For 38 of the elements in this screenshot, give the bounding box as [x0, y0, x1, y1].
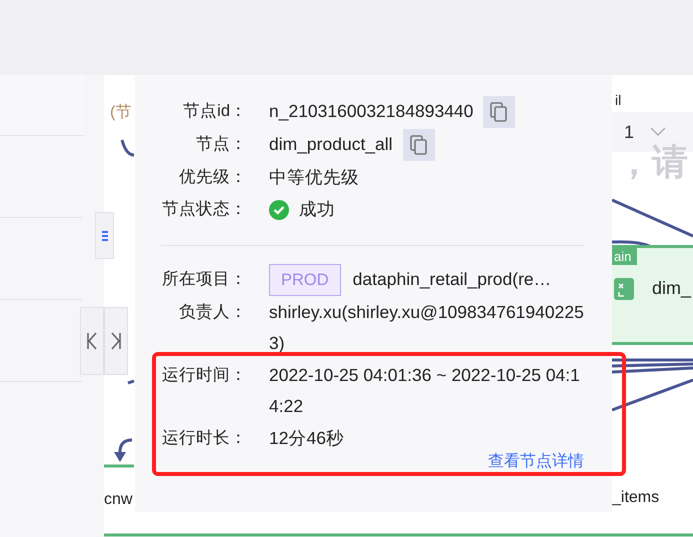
- menu-icon: [102, 230, 108, 242]
- field-value: dim_product_all: [269, 133, 393, 156]
- copy-button[interactable]: [483, 96, 516, 128]
- field-label: 节点id：: [182, 101, 247, 122]
- field-label: 优先级：: [178, 167, 247, 188]
- chevron-down-icon: [650, 127, 666, 137]
- field-label: 运行时长：: [161, 428, 247, 449]
- node-name: _items: [612, 489, 660, 507]
- field-value: 2022-10-25 04:01:36 ~ 2022-10-25 04:14:22: [269, 364, 581, 418]
- field-label: 节点状态：: [161, 199, 247, 220]
- connector-arrow: [114, 438, 132, 462]
- menu-toggle-button[interactable]: [95, 212, 114, 259]
- expand-icon: [110, 332, 122, 350]
- collapse-icon: [86, 332, 98, 350]
- env-tag: PROD: [269, 264, 341, 296]
- field-label: 运行时间：: [161, 365, 247, 386]
- expand-button[interactable]: [104, 307, 128, 375]
- sql-icon: [614, 278, 634, 300]
- node-label: il: [615, 92, 622, 108]
- field-label: 负责人：: [178, 302, 247, 323]
- collapse-button[interactable]: [80, 307, 104, 375]
- copy-icon: [490, 102, 508, 122]
- node-tag: ain: [612, 248, 638, 265]
- task-node[interactable]: ain dim_: [612, 245, 693, 345]
- field-value: dataphin_retail_prod(re…: [352, 268, 552, 291]
- field-value: 成功: [299, 198, 335, 221]
- node-label: (节: [110, 102, 132, 123]
- node-name: cnw: [104, 491, 132, 509]
- field-value: n_2103160032184893440: [269, 100, 474, 123]
- field-value: 中等优先级: [269, 166, 359, 189]
- field-value: 12分46秒: [269, 427, 344, 450]
- view-details-link[interactable]: 查看节点详情: [488, 451, 584, 472]
- field-label: 所在项目：: [161, 269, 247, 290]
- field-label: 节点：: [195, 134, 247, 155]
- copy-icon: [410, 135, 428, 155]
- field-value: shirley.xu(shirley.xu@1098347619402253): [269, 301, 585, 355]
- version-dropdown[interactable]: 1: [612, 112, 693, 152]
- copy-button[interactable]: [402, 129, 435, 161]
